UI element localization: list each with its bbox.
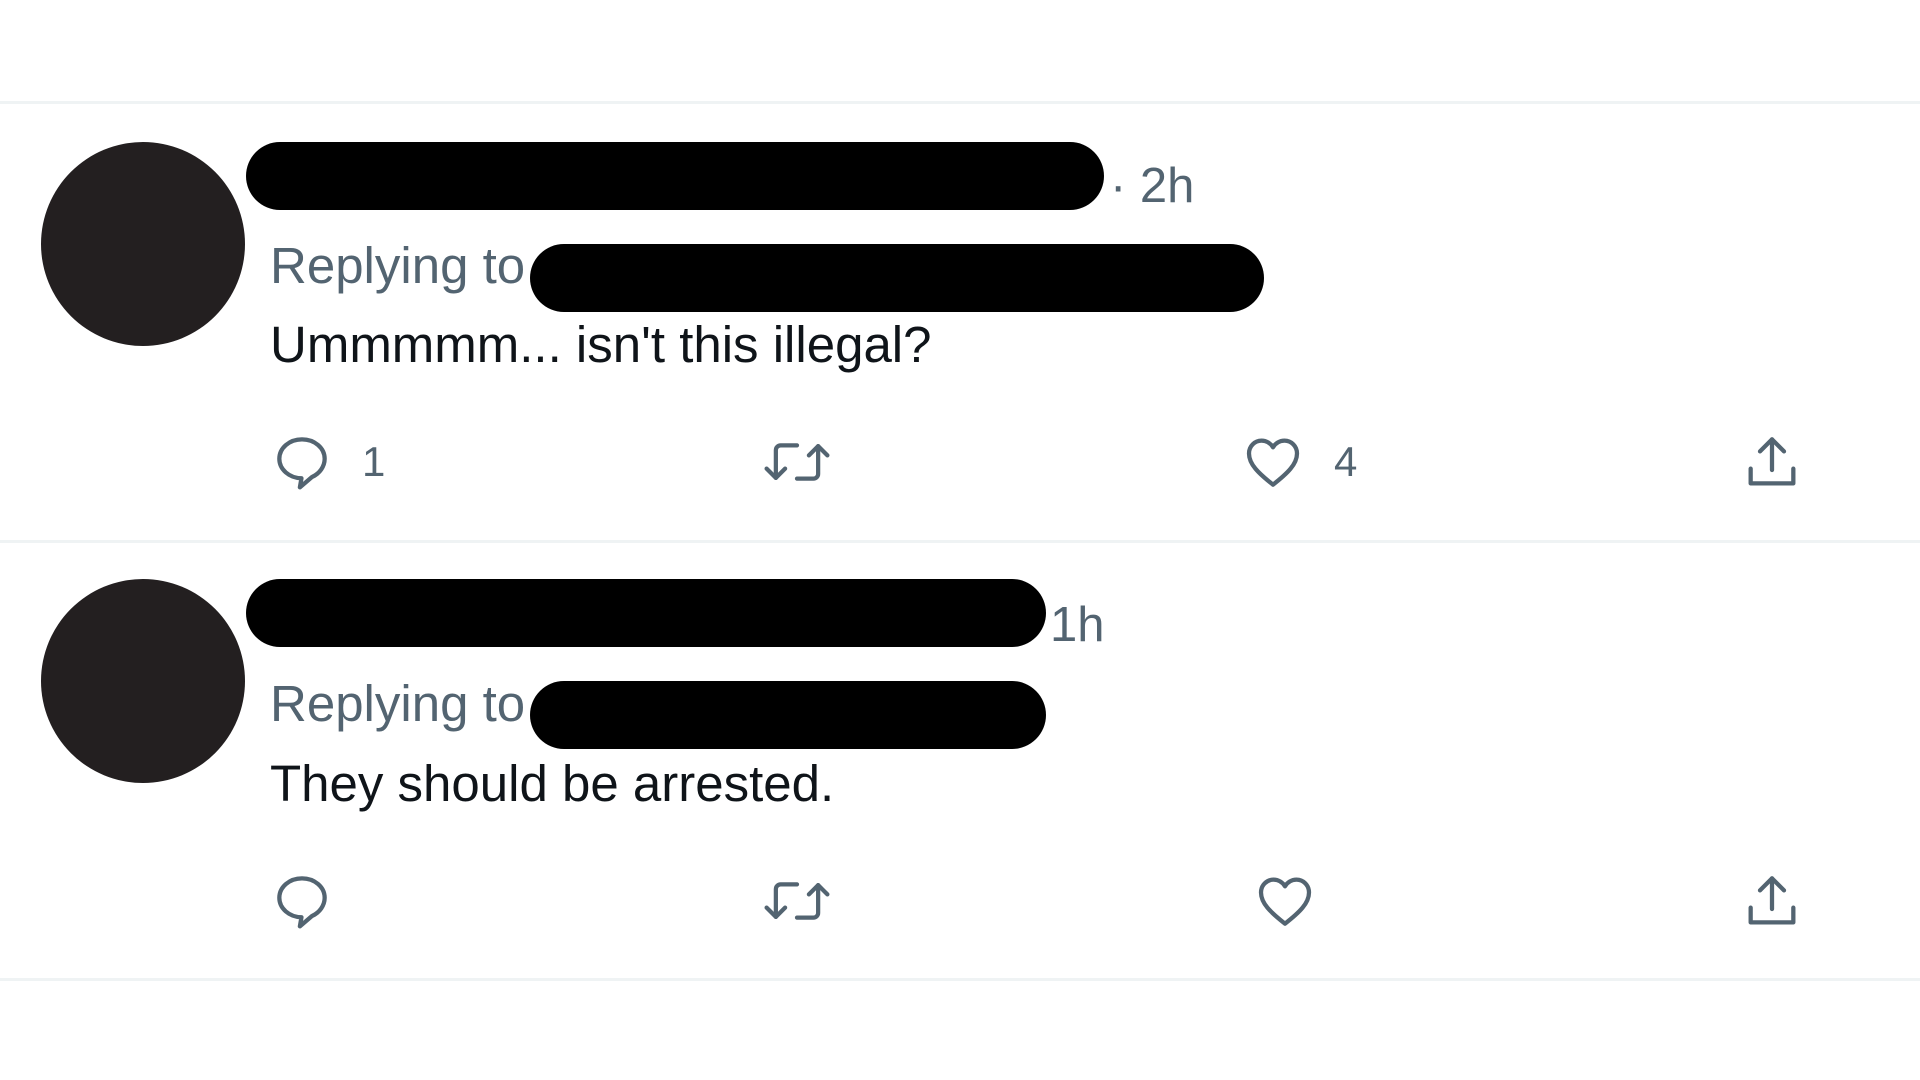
avatar[interactable] — [41, 142, 245, 346]
like-icon — [1240, 430, 1306, 494]
like-icon — [1252, 869, 1318, 933]
tweet[interactable]: 1h Replying to They should be arrested. — [0, 543, 1920, 979]
tweet-feed: · 2h Replying to Ummmmm... isn't this il… — [0, 0, 1920, 1080]
tweet-text: They should be arrested. — [270, 755, 835, 812]
reply-icon — [270, 430, 334, 494]
divider — [0, 978, 1920, 981]
reply-button[interactable]: 1 — [270, 426, 385, 498]
share-icon — [1740, 430, 1804, 494]
avatar[interactable] — [41, 579, 245, 783]
share-button[interactable] — [1740, 426, 1804, 498]
redacted-username — [246, 142, 1104, 210]
reply-icon — [270, 869, 334, 933]
replying-to-label: Replying to — [270, 237, 526, 294]
redacted-reply-handle — [530, 681, 1046, 749]
tweet-timestamp[interactable]: · 2h — [1110, 156, 1194, 216]
tweet-text: Ummmmm... isn't this illegal? — [270, 316, 932, 373]
retweet-icon — [760, 869, 834, 933]
redacted-username — [246, 579, 1046, 647]
reply-count: 1 — [362, 438, 386, 485]
like-button[interactable] — [1252, 865, 1346, 937]
retweet-button[interactable] — [760, 865, 862, 937]
replying-to-label: Replying to — [270, 675, 526, 732]
retweet-icon — [760, 430, 834, 494]
like-count: 4 — [1334, 438, 1358, 485]
reply-button[interactable] — [270, 865, 362, 937]
share-button[interactable] — [1740, 865, 1804, 937]
redacted-reply-handle — [530, 244, 1264, 312]
tweet-timestamp[interactable]: 1h — [1050, 595, 1105, 655]
retweet-button[interactable] — [760, 426, 862, 498]
share-icon — [1740, 869, 1804, 933]
tweet[interactable]: · 2h Replying to Ummmmm... isn't this il… — [0, 104, 1920, 540]
like-button[interactable]: 4 — [1240, 426, 1357, 498]
